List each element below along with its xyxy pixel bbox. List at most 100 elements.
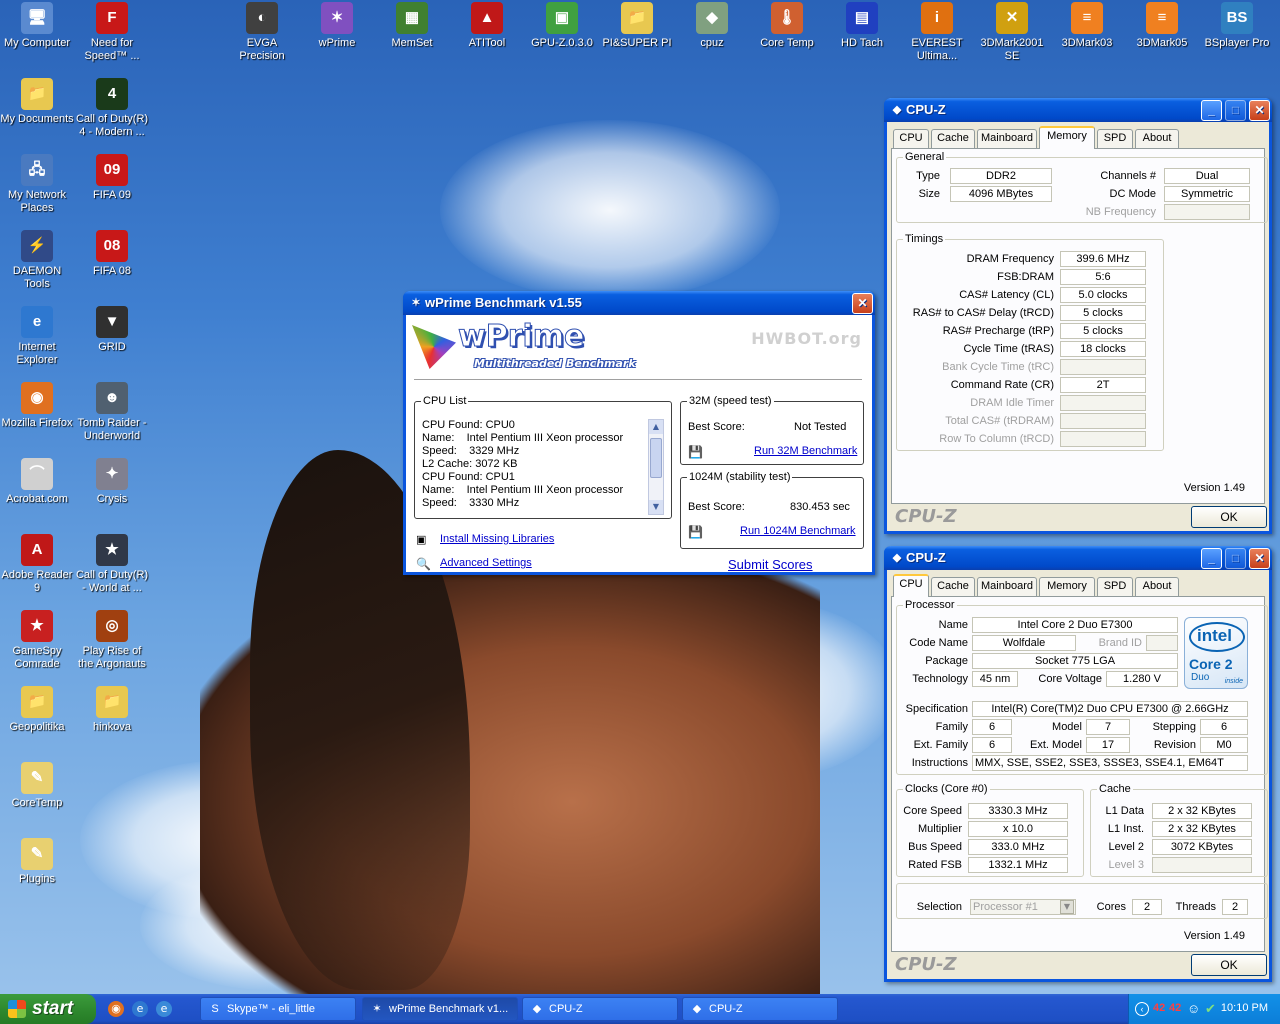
model-value: 7 [1086,719,1130,735]
ie-secondary-icon[interactable]: e [156,1001,172,1017]
desktop-icon-3dmark03[interactable]: ≡ 3DMark03 [1050,2,1124,50]
tab-cpu[interactable]: CPU [893,574,929,597]
desktop-icon-hd-tach[interactable]: ▤ HD Tach [825,2,899,50]
tray-temp-core0[interactable]: 42 [1153,1002,1165,1014]
bsplayer-pro-icon: BS [1221,2,1253,34]
desktop-icon-bsplayer-pro[interactable]: BS BSplayer Pro [1200,2,1274,50]
taskbar-item-wprime-benchmark-v1[interactable]: ✶ wPrime Benchmark v1... [362,997,518,1021]
type-value: DDR2 [950,168,1052,184]
desktop-icon-cpuz[interactable]: ◆ cpuz [675,2,749,50]
ok-button[interactable]: OK [1191,506,1267,528]
desktop-icon-play-rise-of-the-argonauts[interactable]: ◎ Play Rise of the Argonauts [75,610,149,671]
desktop-icon-crysis[interactable]: ✦ Crysis [75,458,149,506]
wprime-titlebar[interactable]: ✶ wPrime Benchmark v1.55 ✕ [403,291,875,315]
advanced-settings-link[interactable]: Advanced Settings [440,557,532,569]
desktop-icon-3dmark05[interactable]: ≡ 3DMark05 [1125,2,1199,50]
desktop-icon-hinkova[interactable]: 📁 hinkova [75,686,149,734]
desktop-icon-geopolitika[interactable]: 📁 Geopolitika [0,686,74,734]
chevron-down-icon[interactable]: ▼ [1060,900,1074,914]
tray-temp-core1[interactable]: 42 [1169,1002,1181,1014]
level2-label: Level 2 [1108,841,1144,853]
desktop-icon-my-network-places[interactable]: 🖧 My Network Places [0,154,74,215]
tab-about[interactable]: About [1135,577,1179,596]
taskbar-item-cpu-z[interactable]: ◆ CPU-Z [682,997,838,1021]
scroll-down-icon[interactable]: ▼ [649,500,663,514]
desktop-icon-core-temp[interactable]: 🌡 Core Temp [750,2,824,50]
start-button[interactable]: start [0,994,96,1024]
firefox-icon[interactable]: ◉ [108,1001,124,1017]
brand-id-value [1146,635,1178,651]
internet-explorer-icon[interactable]: e [132,1001,148,1017]
desktop-icon-evga-precision[interactable]: ◐ EVGA Precision [225,2,299,63]
messenger-icon[interactable]: ☺ [1187,1001,1200,1016]
clock[interactable]: 10:10 PM [1221,1002,1268,1014]
tab-memory[interactable]: Memory [1039,577,1095,596]
ok-button[interactable]: OK [1191,954,1267,976]
save-disk-icon: 💾 [688,445,703,459]
submit-scores-link[interactable]: Submit Scores [728,557,813,572]
desktop-icon-daemon-tools[interactable]: ⚡ DAEMON Tools [0,230,74,291]
desktop-icon-my-documents[interactable]: 📁 My Documents [0,78,74,126]
3dmark2001-se-icon: ✕ [996,2,1028,34]
desktop-icon-fifa-09[interactable]: 09 FIFA 09 [75,154,149,202]
maximize-button[interactable]: □ [1225,548,1246,569]
tab-about[interactable]: About [1135,129,1179,148]
run-32m-button[interactable]: Run 32M Benchmark [754,445,857,457]
close-button[interactable]: ✕ [852,293,873,314]
tab-memory[interactable]: Memory [1039,126,1095,149]
scroll-up-icon[interactable]: ▲ [649,420,663,434]
minimize-button[interactable]: _ [1201,548,1222,569]
desktop-icon-acrobat-com[interactable]: ⌒ Acrobat.com [0,458,74,506]
tab-spd[interactable]: SPD [1097,577,1133,596]
tray-expand-icon[interactable]: ‹ [1135,1002,1149,1016]
desktop-icon-label: EVEREST Ultima... [911,37,963,62]
desktop-icon-gamespy-comrade[interactable]: ★ GameSpy Comrade [0,610,74,671]
desktop-icon-label: BSplayer Pro [1204,37,1270,49]
tab-cache[interactable]: Cache [931,577,975,596]
window-title: wPrime Benchmark v1.55 [425,295,582,310]
cpu-list-scrollbar[interactable]: ▲ ▼ [648,419,664,515]
tab-spd[interactable]: SPD [1097,129,1133,148]
desktop-icon-mozilla-firefox[interactable]: ◉ Mozilla Firefox [0,382,74,430]
desktop-icon-atitool[interactable]: ▲ ATITool [450,2,524,50]
desktop-icon-call-of-duty-r-world-at[interactable]: ★ Call of Duty(R) - World at ... [75,534,149,595]
gpu-z-0-3-0-icon: ▣ [546,2,578,34]
desktop-icon-need-for-speed[interactable]: F Need for Speed™ ... [75,2,149,63]
desktop-icon-my-computer[interactable]: 🖥 My Computer [0,2,74,50]
run-1024m-button[interactable]: Run 1024M Benchmark [740,525,856,537]
tab-cpu[interactable]: CPU [893,129,929,148]
desktop-icon-internet-explorer[interactable]: e Internet Explorer [0,306,74,367]
desktop-icon-fifa-08[interactable]: 08 FIFA 08 [75,230,149,278]
close-button[interactable]: ✕ [1249,100,1270,121]
desktop-icon-plugins[interactable]: ✎ Plugins [0,838,74,886]
desktop-icon-label: Acrobat.com [6,493,68,505]
desktop-icon-memset[interactable]: ▦ MemSet [375,2,449,50]
desktop-icon-pi-super-pi[interactable]: 📁 PI&SUPER PI [600,2,674,50]
desktop-icon-everest-ultima[interactable]: i EVEREST Ultima... [900,2,974,63]
cpuz-memory-titlebar[interactable]: ◆ CPU-Z _ □ ✕ [884,98,1272,122]
taskbar-item-skype-eli-little[interactable]: S Skype™ - eli_little [200,997,356,1021]
maximize-button[interactable]: □ [1225,100,1246,121]
taskbar-item-cpu-z[interactable]: ◆ CPU-Z [522,997,678,1021]
minimize-button[interactable]: _ [1201,100,1222,121]
wprime-app-icon: ✶ [411,297,421,309]
desktop-icon-grid[interactable]: ▼ GRID [75,306,149,354]
desktop-icon-adobe-reader-9[interactable]: A Adobe Reader 9 [0,534,74,595]
desktop-icon-tomb-raider-underworld[interactable]: ☻ Tomb Raider - Underworld [75,382,149,443]
skype-tray-icon[interactable]: ✔ [1205,1001,1216,1017]
atitool-icon: ▲ [471,2,503,34]
desktop-icon-call-of-duty-r-4-modern[interactable]: 4 Call of Duty(R) 4 - Modern ... [75,78,149,139]
install-libraries-link[interactable]: Install Missing Libraries [440,533,554,545]
desktop-icon-wprime[interactable]: ✶ wPrime [300,2,374,50]
tab-mainboard[interactable]: Mainboard [977,577,1037,596]
desktop-icon-gpu-z-0-3-0[interactable]: ▣ GPU-Z.0.3.0 [525,2,599,50]
desktop-icon-label: Adobe Reader 9 [1,569,73,594]
desktop-icon-3dmark2001-se[interactable]: ✕ 3DMark2001 SE [975,2,1049,63]
tab-cache[interactable]: Cache [931,129,975,148]
technology-value: 45 nm [972,671,1018,687]
desktop-icon-coretemp[interactable]: ✎ CoreTemp [0,762,74,810]
cpuz-cpu-titlebar[interactable]: ◆ CPU-Z _ □ ✕ [884,546,1272,570]
close-button[interactable]: ✕ [1249,548,1270,569]
scroll-thumb[interactable] [650,438,662,478]
tab-mainboard[interactable]: Mainboard [977,129,1037,148]
